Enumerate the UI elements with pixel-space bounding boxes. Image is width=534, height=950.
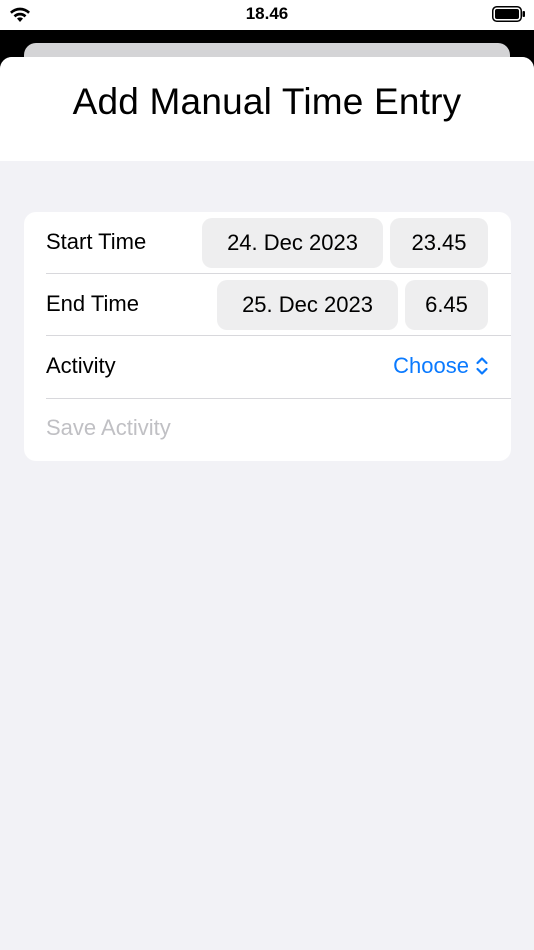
start-time-label: Start Time — [46, 229, 147, 254]
chevron-up-down-icon — [476, 357, 488, 375]
time-entry-form: Start Time 24. Dec 2023 23.45 End Time 2… — [24, 212, 511, 461]
sheet-header: Add Manual Time Entry — [0, 57, 534, 161]
end-time-picker[interactable]: 6.45 — [405, 280, 488, 330]
modal-sheet: Add Manual Time Entry Start Time 24. Dec… — [0, 57, 534, 950]
activity-row: Activity Choose — [24, 336, 511, 398]
page-title: Add Manual Time Entry — [72, 81, 462, 122]
activity-label: Activity — [46, 353, 116, 378]
start-time-row: Start Time 24. Dec 2023 23.45 — [24, 212, 511, 274]
end-time-row: End Time 25. Dec 2023 6.45 — [24, 274, 511, 336]
start-date-picker[interactable]: 24. Dec 2023 — [202, 218, 383, 268]
status-bar: 18.46 — [0, 0, 534, 30]
end-time-label: End Time — [46, 291, 139, 316]
screen: 18.46 Add Manual Time Entry Start Time 2… — [0, 0, 534, 950]
save-row: Save Activity — [24, 398, 511, 460]
activity-picker-value: Choose — [393, 353, 469, 378]
activity-picker[interactable]: Choose — [393, 353, 489, 379]
battery-icon — [492, 6, 525, 22]
start-time-picker[interactable]: 23.45 — [390, 218, 488, 268]
end-date-picker[interactable]: 25. Dec 2023 — [217, 280, 398, 330]
save-activity-button[interactable]: Save Activity — [46, 415, 171, 441]
status-time: 18.46 — [245, 4, 289, 23]
